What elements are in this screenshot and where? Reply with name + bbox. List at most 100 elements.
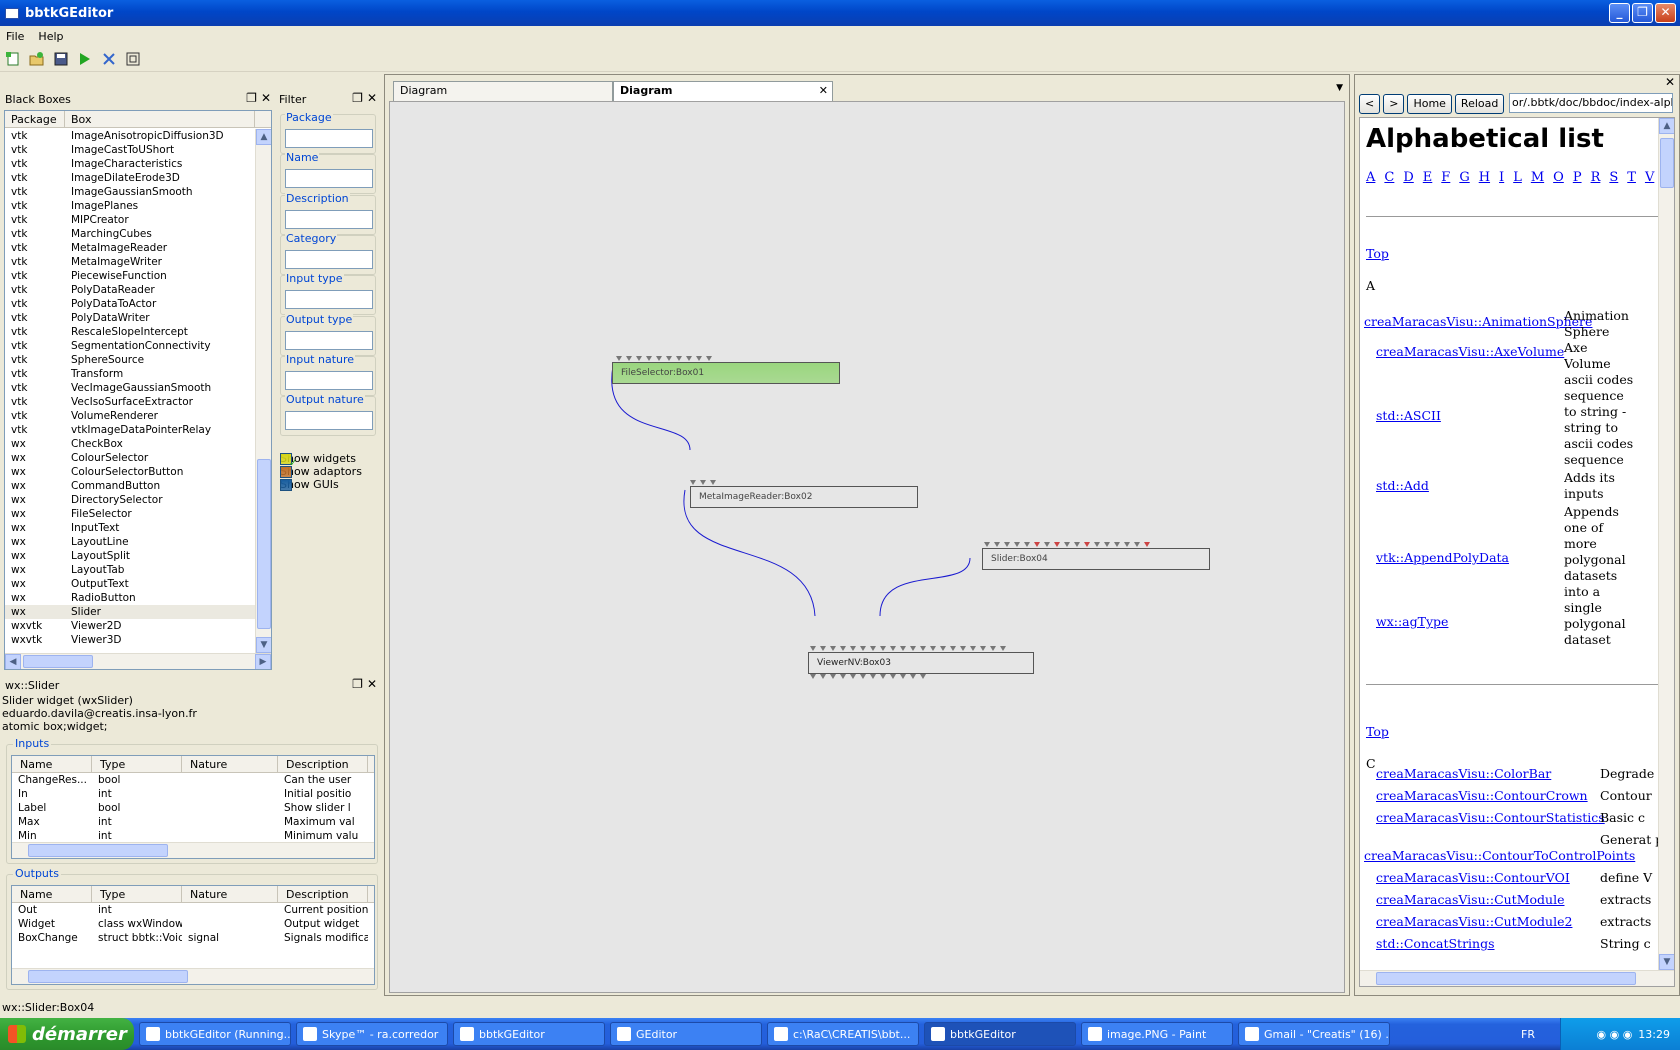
checkbox-icon[interactable] xyxy=(280,465,292,478)
blackbox-row[interactable]: wx ColourSelectorButton xyxy=(5,465,257,479)
blackbox-row[interactable]: vtk ImageAnisotropicDiffusion3D xyxy=(5,129,257,143)
blackbox-row[interactable]: vtk SegmentationConnectivity xyxy=(5,339,257,353)
table-row[interactable]: Out int Current position xyxy=(12,903,374,917)
inputs-table[interactable]: Name Type Nature Description ChangeRes... bo… xyxy=(11,755,375,859)
column-header[interactable]: Nature xyxy=(182,756,278,772)
diagram-box-viewernv[interactable]: ViewerNV:Box03 xyxy=(808,652,1034,674)
back-button[interactable]: < xyxy=(1359,94,1381,114)
blackbox-row[interactable]: wxvtk Viewer2D xyxy=(5,619,257,633)
help-entry-link[interactable]: creaMaracasVisu::ContourStatistics xyxy=(1376,810,1605,825)
scroll-thumb[interactable] xyxy=(28,844,168,857)
blackbox-row[interactable]: vtk ImageGaussianSmooth xyxy=(5,185,257,199)
horizontal-scrollbar[interactable]: ◀ ▶ xyxy=(5,653,271,669)
scroll-thumb[interactable] xyxy=(257,459,271,629)
blackbox-row[interactable]: wx RadioButton xyxy=(5,591,257,605)
scroll-left-icon[interactable]: ◀ xyxy=(5,654,21,669)
filter-input[interactable] xyxy=(285,169,373,189)
column-header[interactable]: Name xyxy=(12,886,92,902)
help-entry-link[interactable]: std::ASCII xyxy=(1376,408,1441,423)
help-entry-link[interactable]: creaMaracasVisu::CutModule2 xyxy=(1376,914,1572,929)
taskbar-button[interactable]: c:\RaC\CREATIS\bbt... xyxy=(767,1022,919,1046)
table-row[interactable]: In int Initial positio xyxy=(12,787,374,801)
black-boxes-list[interactable]: Package Box vtk ImageAnisotropicDiffusion… xyxy=(4,110,272,670)
letter-link[interactable]: S xyxy=(1609,170,1618,185)
help-entry-link[interactable]: wx::agType xyxy=(1376,614,1448,629)
help-entry-link[interactable]: std::ConcatStrings xyxy=(1376,936,1495,951)
blackbox-row[interactable]: vtk VecImageGaussianSmooth xyxy=(5,381,257,395)
letter-link[interactable]: F xyxy=(1441,170,1450,185)
blackbox-row[interactable]: wx DirectorySelector xyxy=(5,493,257,507)
letter-link[interactable]: M xyxy=(1531,170,1544,185)
taskbar-button[interactable]: bbtkGEditor xyxy=(924,1022,1076,1046)
blackbox-row[interactable]: wx InputText xyxy=(5,521,257,535)
letter-link[interactable]: C xyxy=(1384,170,1394,185)
diagram-canvas[interactable]: FileSelector:Box01 MetaImageReader:Box02… xyxy=(389,101,1345,993)
blackbox-row[interactable]: vtk VecIsoSurfaceExtractor xyxy=(5,395,257,409)
letter-link[interactable]: H xyxy=(1479,170,1490,185)
checkbox-icon[interactable] xyxy=(280,478,292,491)
menu-file[interactable]: File xyxy=(6,30,24,43)
blackbox-row[interactable]: vtk RescaleSlopeIntercept xyxy=(5,325,257,339)
filter-input[interactable] xyxy=(285,290,373,310)
blackbox-row[interactable]: wx Slider xyxy=(5,605,257,619)
outputs-table[interactable]: Name Type Nature Description Out int Current … xyxy=(11,885,375,985)
maximize-button[interactable]: ❐ xyxy=(1632,3,1653,23)
close-icon[interactable]: ✕ xyxy=(1665,75,1675,89)
help-entry-link[interactable]: creaMaracasVisu::ContourToControlPoints xyxy=(1364,848,1635,863)
blackbox-row[interactable]: wx ColourSelector xyxy=(5,451,257,465)
blackbox-row[interactable]: vtk MetaImageReader xyxy=(5,241,257,255)
scroll-thumb[interactable] xyxy=(23,655,93,668)
blackbox-row[interactable]: vtk ImageCastToUShort xyxy=(5,143,257,157)
blackbox-row[interactable]: vtk PolyDataWriter xyxy=(5,311,257,325)
blackbox-row[interactable]: vtk MarchingCubes xyxy=(5,227,257,241)
tab-dropdown-icon[interactable]: ▼ xyxy=(1336,83,1343,93)
letter-link[interactable]: T xyxy=(1627,170,1636,185)
table-row[interactable]: Max int Maximum val xyxy=(12,815,374,829)
letter-link[interactable]: G xyxy=(1459,170,1469,185)
restore-icon[interactable]: ❐ xyxy=(246,92,257,104)
blackbox-row[interactable]: wx FileSelector xyxy=(5,507,257,521)
taskbar-button[interactable]: bbtkGEditor xyxy=(453,1022,605,1046)
filter-input[interactable] xyxy=(285,209,373,229)
taskbar-button[interactable]: Gmail - "Creatis" (16) ... xyxy=(1238,1022,1390,1046)
frame-icon[interactable] xyxy=(123,49,143,69)
vertical-scrollbar[interactable]: ▲ ▼ xyxy=(1658,118,1674,970)
table-row[interactable]: ChangeRes... bool Can the user xyxy=(12,773,374,787)
scroll-thumb[interactable] xyxy=(1376,972,1636,985)
open-icon[interactable] xyxy=(27,49,47,69)
blackbox-row[interactable]: vtk ImagePlanes xyxy=(5,199,257,213)
blackbox-row[interactable]: wx LayoutTab xyxy=(5,563,257,577)
filter-input[interactable] xyxy=(285,249,373,269)
blackbox-row[interactable]: vtk ImageCharacteristics xyxy=(5,157,257,171)
tab-diagram-1[interactable]: Diagram xyxy=(393,81,613,101)
column-header[interactable]: Description xyxy=(278,756,368,772)
delete-icon[interactable] xyxy=(99,49,119,69)
blackbox-row[interactable]: vtk vtkImageDataPointerRelay xyxy=(5,423,257,437)
table-row[interactable]: Min int Minimum valu xyxy=(12,829,374,843)
diagram-box-metaimagereader[interactable]: MetaImageReader:Box02 xyxy=(690,486,918,508)
scroll-thumb[interactable] xyxy=(28,970,188,983)
diagram-box-slider[interactable]: Slider:Box04 xyxy=(982,548,1210,570)
blackbox-row[interactable]: wx LayoutSplit xyxy=(5,549,257,563)
home-button[interactable]: Home xyxy=(1407,94,1452,114)
filter-checkbox[interactable]: Show GUIs xyxy=(280,478,339,491)
filter-input[interactable] xyxy=(285,370,373,390)
reload-button[interactable]: Reload xyxy=(1454,94,1505,114)
letter-link[interactable]: P xyxy=(1573,170,1582,185)
column-header[interactable]: Type xyxy=(92,756,182,772)
column-header[interactable]: Name xyxy=(12,756,92,772)
blackbox-row[interactable]: wx CommandButton xyxy=(5,479,257,493)
scroll-down-icon[interactable]: ▼ xyxy=(256,637,271,653)
close-button[interactable]: ✕ xyxy=(1655,3,1676,23)
filter-input[interactable] xyxy=(285,129,373,148)
table-row[interactable]: Label bool Show slider l xyxy=(12,801,374,815)
blackbox-row[interactable]: vtk ImageDilateErode3D xyxy=(5,171,257,185)
scroll-right-icon[interactable]: ▶ xyxy=(255,654,271,669)
blackbox-row[interactable]: wx LayoutLine xyxy=(5,535,257,549)
column-package[interactable]: Package xyxy=(5,111,65,127)
blackbox-row[interactable]: vtk Transform xyxy=(5,367,257,381)
forward-button[interactable]: > xyxy=(1383,94,1405,114)
close-icon[interactable]: ✕ xyxy=(367,92,377,104)
filter-checkbox[interactable]: ✓ Show widgets xyxy=(280,452,356,468)
url-field[interactable]: or/.bbtk/doc/bbdoc/index-alpha.ht xyxy=(1509,93,1673,113)
